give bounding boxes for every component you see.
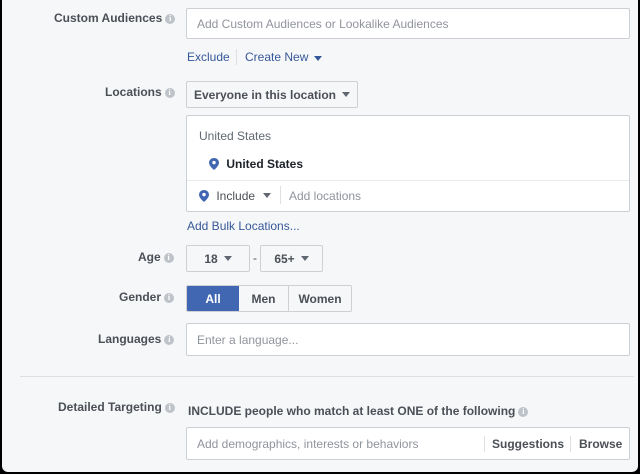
link-divider [236, 49, 237, 65]
age-label-row: Age i [138, 250, 174, 264]
add-locations-input[interactable]: Add locations [289, 189, 361, 203]
gender-label-row: Gender i [119, 290, 175, 304]
create-new-link[interactable]: Create New [245, 50, 323, 64]
custom-audiences-label-row: Custom Audiences i [54, 11, 176, 25]
location-type-value: Everyone in this location [193, 87, 337, 102]
locations-label-row: Locations i [105, 85, 175, 99]
detailed-targeting-input[interactable]: Add demographics, interests or behaviors… [186, 427, 630, 460]
age-max-value: 65+ [274, 251, 295, 266]
custom-audiences-label: Custom Audiences [54, 11, 163, 25]
exclude-link[interactable]: Exclude [187, 50, 230, 64]
selected-location-label: United States [226, 156, 304, 171]
gender-label: Gender [119, 290, 162, 304]
include-dropdown[interactable]: Include [199, 188, 272, 203]
divider [570, 436, 571, 452]
divider [187, 180, 629, 181]
languages-label: Languages [98, 332, 162, 346]
custom-audiences-input[interactable]: Add Custom Audiences or Lookalike Audien… [186, 8, 630, 39]
locations-box: United States United States Include Add … [186, 115, 630, 212]
info-icon[interactable]: i [164, 403, 175, 413]
divider [280, 186, 281, 204]
info-icon[interactable]: i [164, 293, 175, 303]
add-bulk-locations-link[interactable]: Add Bulk Locations... [187, 219, 300, 233]
chevron-down-icon [300, 256, 309, 261]
gender-option-all[interactable]: All [187, 286, 239, 311]
info-icon[interactable]: i [164, 88, 175, 98]
info-icon[interactable]: i [164, 335, 175, 345]
info-icon[interactable]: i [165, 14, 176, 24]
gender-option-men[interactable]: Men [239, 286, 289, 311]
chevron-down-icon [314, 56, 323, 61]
info-icon[interactable]: i [518, 407, 529, 417]
location-pin-icon [199, 189, 209, 202]
detailed-targeting-label: Detailed Targeting [58, 400, 162, 414]
detailed-targeting-label-row: Detailed Targeting i [58, 400, 175, 414]
age-label: Age [138, 250, 161, 264]
info-icon[interactable]: i [163, 253, 174, 263]
age-min-value: 18 [204, 251, 218, 266]
browse-button[interactable]: Browse [579, 437, 622, 451]
gender-toggle: All Men Women [186, 285, 352, 312]
locations-label: Locations [105, 85, 162, 99]
section-divider [20, 376, 634, 377]
divider [484, 436, 485, 452]
selected-location[interactable]: United States [209, 156, 303, 171]
chevron-down-icon [223, 256, 232, 261]
custom-audiences-placeholder: Add Custom Audiences or Lookalike Audien… [197, 16, 449, 31]
location-pin-icon [209, 157, 219, 170]
age-max-dropdown[interactable]: 65+ [260, 245, 323, 272]
age-min-dropdown[interactable]: 18 [186, 245, 250, 272]
language-input[interactable]: Enter a language... [186, 323, 630, 356]
audience-targeting-panel: Custom Audiences i Add Custom Audiences o… [2, 0, 638, 472]
chevron-down-icon [342, 92, 351, 97]
gender-option-women[interactable]: Women [289, 286, 351, 311]
age-separator: - [253, 251, 257, 265]
location-group-header: United States [199, 129, 272, 143]
suggestions-button[interactable]: Suggestions [492, 437, 564, 451]
location-type-dropdown[interactable]: Everyone in this location [186, 81, 358, 108]
detailed-targeting-description-row: INCLUDE people who match at least ONE of… [188, 404, 529, 418]
chevron-down-icon [263, 193, 272, 199]
detailed-targeting-placeholder: Add demographics, interests or behaviors [197, 437, 419, 451]
include-value: Include [216, 188, 256, 203]
detailed-targeting-description: INCLUDE people who match at least ONE of… [188, 404, 516, 418]
languages-label-row: Languages i [98, 332, 175, 346]
create-new-label: Create New [245, 50, 309, 64]
language-placeholder: Enter a language... [197, 332, 299, 347]
